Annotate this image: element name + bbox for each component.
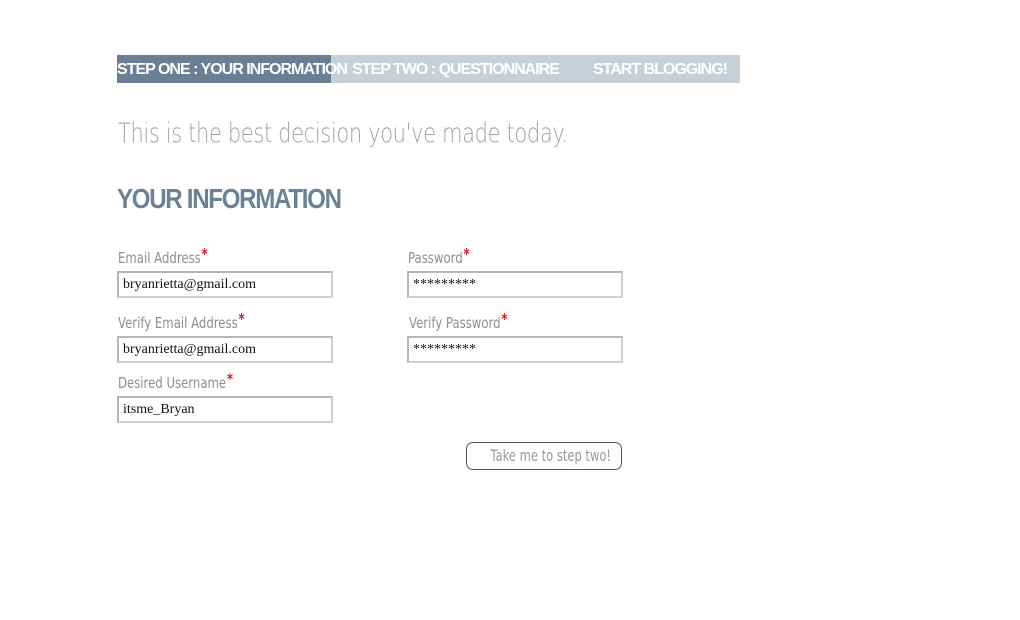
section-title: YOUR INFORMATION (117, 183, 342, 214)
next-step-button[interactable]: Take me to step two! (466, 442, 622, 470)
email-label-text: Email Address (118, 249, 201, 267)
verify-email-label: Verify Email Address* (118, 310, 245, 332)
username-label: Desired Username* (118, 370, 233, 392)
verify-password-field[interactable] (407, 336, 623, 363)
required-marker: * (201, 245, 208, 263)
progress-steps: STEP ONE : YOUR INFORMATION STEP TWO : Q… (117, 55, 740, 83)
required-marker: * (238, 310, 245, 328)
email-label: Email Address* (118, 245, 208, 267)
step-two-tab[interactable]: STEP TWO : QUESTIONNAIRE (331, 55, 580, 83)
verify-email-field[interactable] (117, 336, 333, 363)
email-field[interactable] (117, 271, 333, 298)
password-label: Password* (408, 245, 470, 267)
username-label-text: Desired Username (118, 374, 227, 392)
username-field[interactable] (117, 396, 333, 423)
verify-password-label: Verify Password* (409, 310, 507, 332)
required-marker: * (226, 370, 234, 388)
verify-email-label-text: Verify Email Address (118, 314, 238, 332)
step-three-tab[interactable]: START BLOGGING! (580, 55, 740, 83)
step-one-tab[interactable]: STEP ONE : YOUR INFORMATION (117, 55, 348, 83)
required-marker: * (501, 310, 508, 328)
password-field[interactable] (407, 271, 623, 298)
next-step-button-label: Take me to step two! (490, 446, 612, 465)
verify-password-label-text: Verify Password (409, 314, 501, 332)
required-marker: * (463, 245, 470, 263)
tagline: This is the best decision you've made to… (118, 118, 568, 149)
password-label-text: Password (408, 249, 463, 267)
